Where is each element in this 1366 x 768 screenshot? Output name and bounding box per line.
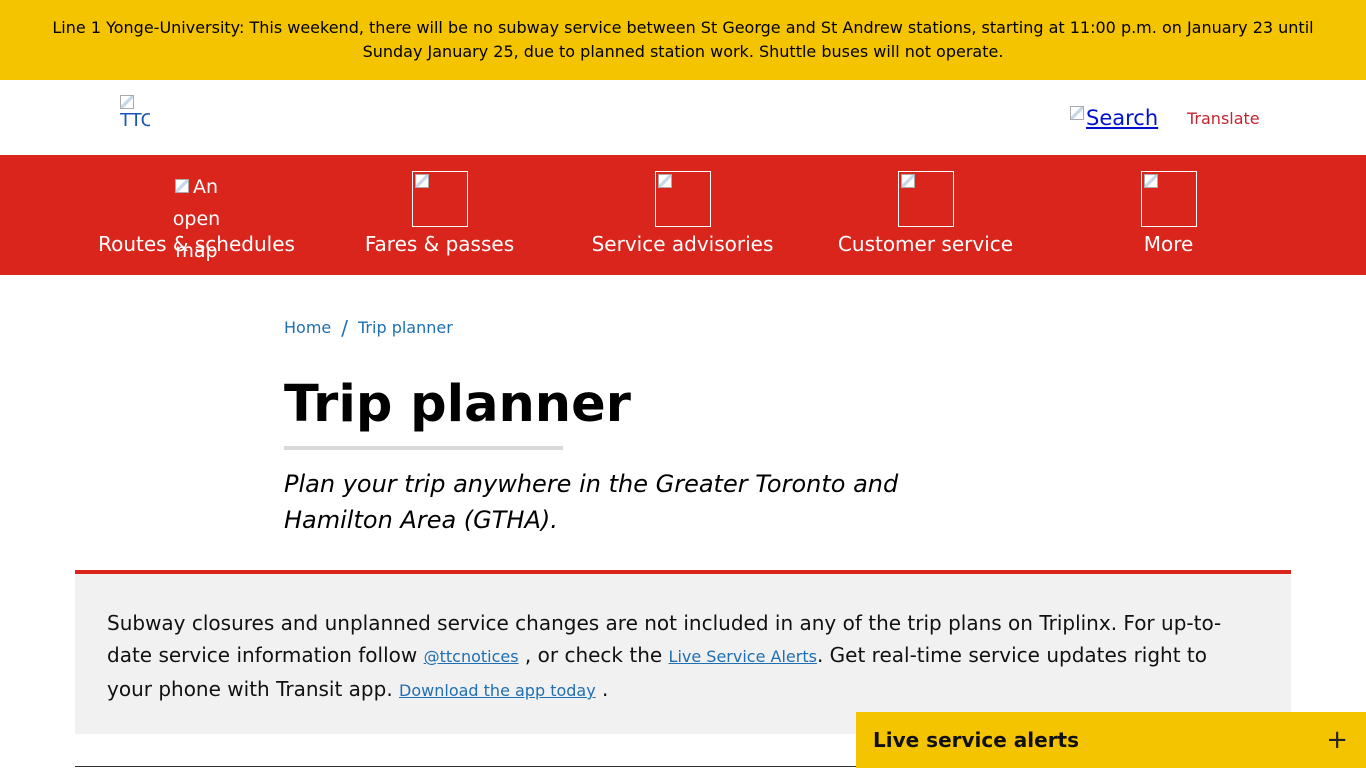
breadcrumb-separator: / xyxy=(341,316,348,340)
ttc-logo-link[interactable]: TTC xyxy=(120,95,150,135)
breadcrumb-home[interactable]: Home xyxy=(284,316,331,340)
nav-item-customer-service[interactable]: Customer service xyxy=(804,155,1047,275)
search-label: Search xyxy=(1086,106,1159,130)
more-icon xyxy=(1140,171,1197,227)
page-title: Trip planner xyxy=(284,375,631,434)
breadcrumb-current[interactable]: Trip planner xyxy=(358,316,453,340)
main-navigation: An open map Routes & schedules Fares & p… xyxy=(0,155,1366,275)
fares-icon xyxy=(411,171,468,227)
ttcnotices-link[interactable]: @ttcnotices xyxy=(424,647,519,666)
nav-label-fares-passes: Fares & passes xyxy=(364,232,515,256)
live-service-alerts-toggle[interactable]: Live service alerts + xyxy=(856,712,1366,768)
notice-text-part: . xyxy=(595,677,609,701)
nav-item-fares-passes[interactable]: Fares & passes xyxy=(318,155,561,275)
plus-icon[interactable]: + xyxy=(1326,727,1348,753)
broken-image-icon xyxy=(174,179,189,193)
broken-image-icon xyxy=(414,174,429,188)
header-bar xyxy=(0,80,1366,155)
title-underline xyxy=(284,446,563,450)
live-service-alerts-link[interactable]: Live Service Alerts xyxy=(669,647,817,666)
broken-image-icon xyxy=(900,174,915,188)
live-service-alerts-label: Live service alerts xyxy=(873,728,1080,752)
nav-label-service-advisories: Service advisories xyxy=(591,232,774,256)
broken-image-icon xyxy=(120,95,134,109)
nav-item-service-advisories[interactable]: Service advisories xyxy=(561,155,804,275)
nav-item-routes-schedules[interactable]: An open map Routes & schedules xyxy=(75,155,318,275)
content-divider xyxy=(75,766,875,767)
translate-link[interactable]: Translate xyxy=(1187,109,1260,129)
notice-text: Subway closures and unplanned service ch… xyxy=(107,607,1247,707)
map-icon: An open map xyxy=(157,171,237,267)
search-icon xyxy=(1070,106,1084,120)
page-lead: Plan your trip anywhere in the Greater T… xyxy=(284,470,899,534)
customer-service-icon xyxy=(897,171,954,227)
broken-image-icon xyxy=(1143,174,1158,188)
breadcrumb: Home / Trip planner xyxy=(284,316,453,340)
download-app-link[interactable]: Download the app today xyxy=(399,681,596,700)
nav-item-more[interactable]: More xyxy=(1047,155,1290,275)
service-alert-banner: Line 1 Yonge-University: This weekend, t… xyxy=(0,0,1366,80)
broken-image-icon xyxy=(657,174,672,188)
ttc-logo-alt: TTC xyxy=(120,110,150,131)
nav-label-customer-service: Customer service xyxy=(837,232,1014,256)
search-link[interactable]: Search xyxy=(1070,104,1158,132)
service-alert-text: Line 1 Yonge-University: This weekend, t… xyxy=(52,18,1314,61)
advisories-icon xyxy=(654,171,711,227)
notice-text-part: , or check the xyxy=(518,643,669,667)
nav-label-more: More xyxy=(1143,232,1194,256)
